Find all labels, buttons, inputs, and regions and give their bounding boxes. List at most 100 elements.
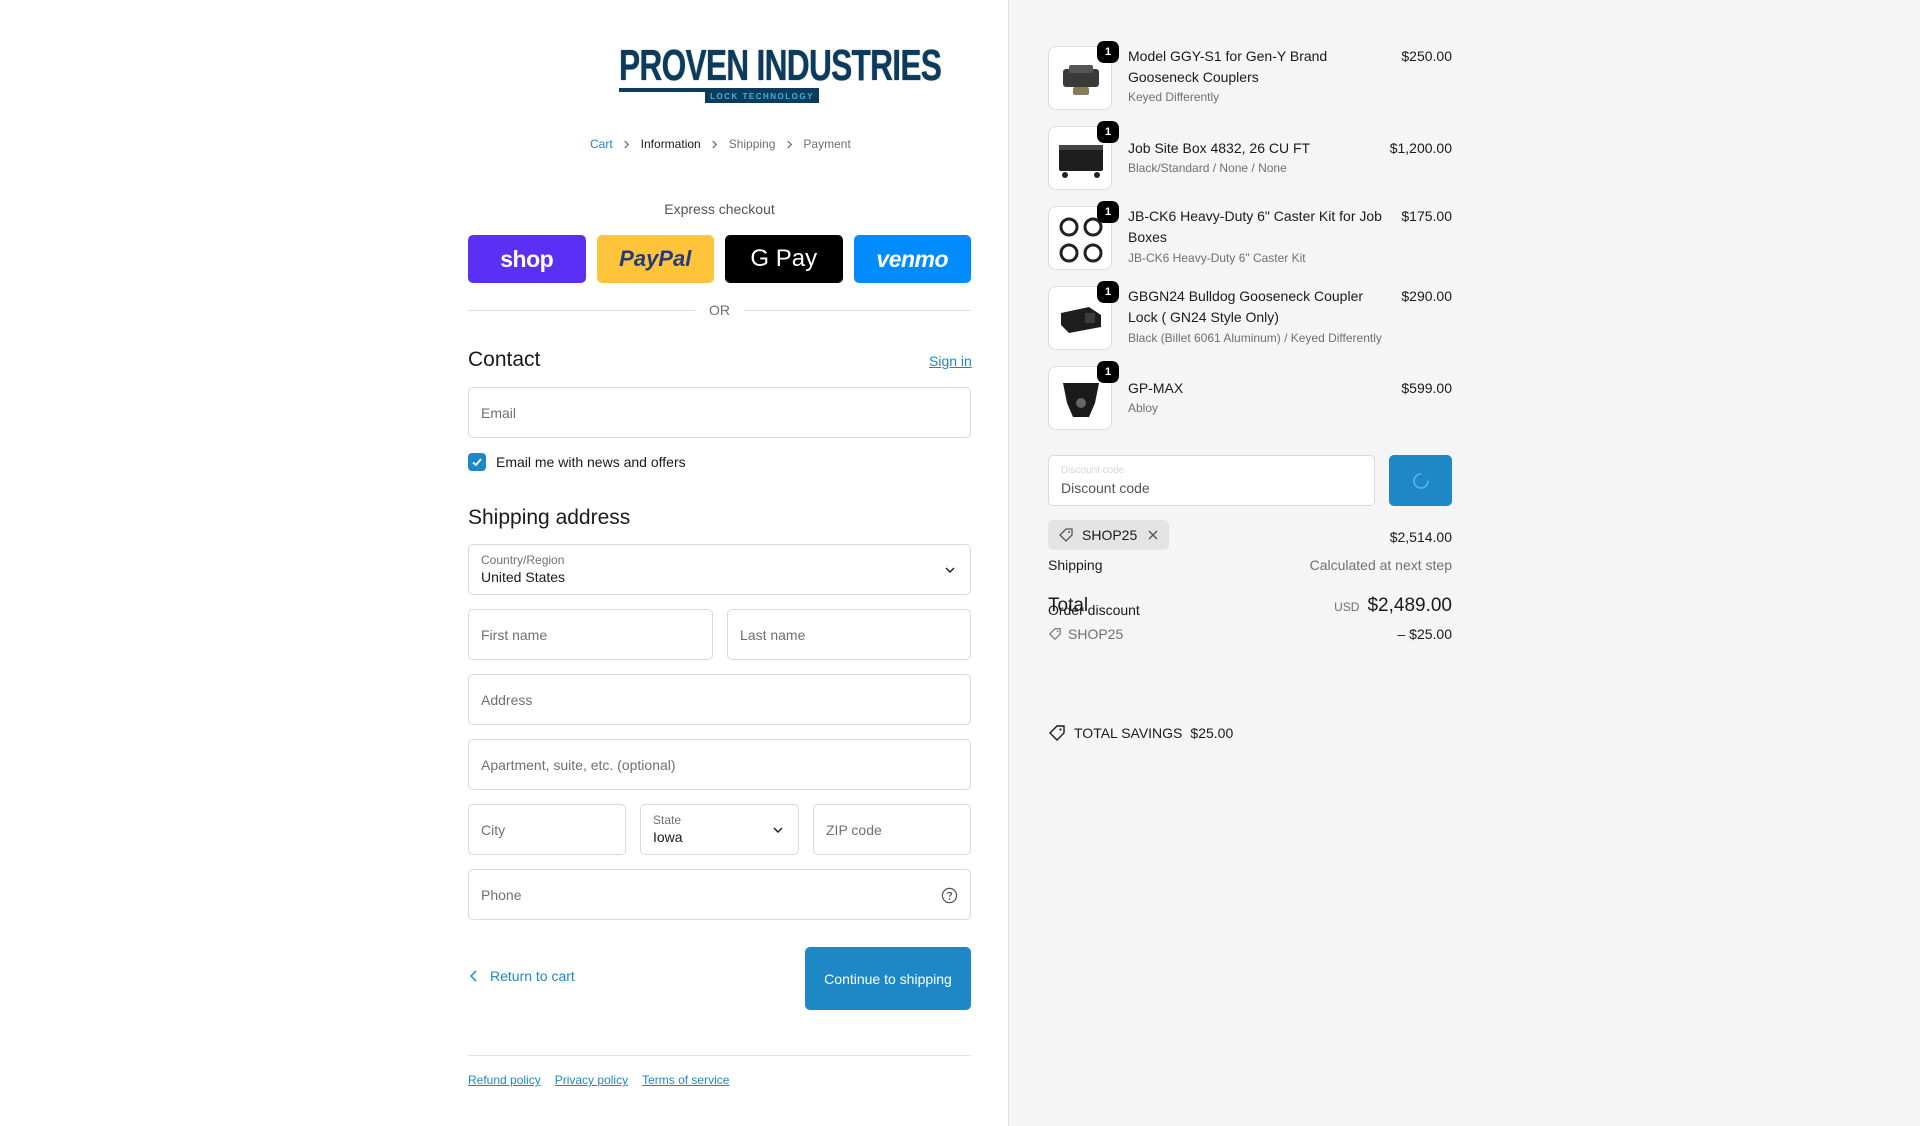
total-savings-amount: $25.00 [1190,725,1234,741]
total-savings: TOTAL SAVINGS $25.00 [1048,724,1233,742]
product-variant: JB-CK6 Heavy-Duty 6" Caster Kit [1128,251,1306,265]
product-thumbnail: 1 [1048,361,1119,430]
shipping-label: Shipping [1048,557,1103,573]
google-pay-button[interactable]: G Pay [725,235,843,283]
product-name: JB-CK6 Heavy-Duty 6" Caster Kit for Job … [1128,208,1382,245]
paypal-label: PayPal [619,246,692,271]
continue-label: Continue to shipping [824,970,952,987]
product-variant: Black (Billet 6061 Aluminum) / Keyed Dif… [1128,331,1382,345]
paypal-button[interactable]: PayPal [596,235,714,283]
total-amount: USD $2,489.00 [1334,595,1452,617]
store-logo[interactable]: PROVEN INDUSTRIES LOCK TECHNOLOGY [619,41,942,104]
discount-code-floating-label: Discount code [1061,465,1125,476]
breadcrumb-shipping: Shipping [728,137,776,151]
country-value: United States [481,569,566,585]
product-price: $175.00 [1401,208,1452,224]
google-pay-label: G Pay [750,245,818,272]
product-thumbnail: 1 [1048,41,1119,110]
chevron-right-icon [701,137,729,151]
tag-icon [1048,628,1061,641]
loading-spinner-icon [1412,472,1429,489]
last-name-placeholder: Last name [740,627,806,643]
newsletter-label: Email me with news and offers [496,454,686,470]
order-discount-amount: – $25.00 [1397,626,1453,642]
email-field[interactable]: Email [468,387,971,438]
breadcrumb-payment: Payment [803,137,851,151]
footer-divider [468,1055,971,1056]
chevron-down-icon [945,567,955,573]
phone-placeholder: Phone [481,887,522,903]
address-placeholder: Address [481,692,533,708]
or-divider: OR [468,302,971,318]
logo-wordmark: PROVEN INDUSTRIES [619,41,942,90]
state-value: Iowa [653,829,683,845]
venmo-label: venmo [876,245,949,272]
product-thumbnail: 1 [1048,281,1119,350]
divider-line [468,309,695,311]
city-field[interactable]: City [468,804,626,855]
chevron-right-icon [613,137,641,151]
product-variant: Black/Standard / None / None [1128,161,1287,175]
country-select[interactable]: Country/Region United States [468,544,971,595]
country-label: Country/Region [481,553,565,567]
venmo-button[interactable]: venmo [853,235,971,283]
phone-field[interactable]: Phone [468,869,971,920]
privacy-policy-link[interactable]: Privacy policy [555,1073,628,1087]
zip-code-placeholder: ZIP code [826,822,882,838]
product-name: Model GGY-S1 for Gen-Y Brand Gooseneck C… [1128,48,1328,85]
apartment-field[interactable]: Apartment, suite, etc. (optional) [468,739,971,790]
shipping-row: Shipping Calculated at next step [1048,557,1452,575]
help-icon[interactable] [941,887,958,904]
tag-icon [1049,725,1065,741]
product-variant: Abloy [1128,401,1159,415]
subtotal-value: $2,514.00 [1389,529,1452,545]
discount-code-field[interactable]: Discount code Discount code [1048,455,1375,506]
discount-code-placeholder: Discount code [1061,480,1150,496]
order-discount-label: Order discount [1048,602,1140,618]
order-discount-code: SHOP25 [1068,626,1124,642]
shipping-address-heading: Shipping address [468,506,631,529]
email-placeholder: Email [481,405,517,421]
product-price: $1,200.00 [1389,140,1452,156]
newsletter-option[interactable]: Email me with news and offers [468,452,686,472]
total-value: $2,489.00 [1367,595,1452,616]
quantity-badge: 1 [1097,121,1119,143]
state-select[interactable]: State Iowa [640,804,799,855]
product-name: Job Site Box 4832, 26 CU FT [1128,140,1311,156]
breadcrumb: Cart Information Shipping Payment [590,136,851,152]
continue-to-shipping-button[interactable]: Continue to shipping [805,947,971,1010]
return-to-cart-link[interactable]: Return to cart [468,968,575,984]
shipping-value: Calculated at next step [1309,557,1452,573]
chevron-right-icon [775,137,803,151]
apartment-placeholder: Apartment, suite, etc. (optional) [481,757,676,773]
footer-links: Refund policy Privacy policy Terms of se… [468,1073,729,1087]
product-name: GBGN24 Bulldog Gooseneck Coupler Lock ( … [1128,288,1364,325]
quantity-badge: 1 [1097,201,1119,223]
shop-pay-button[interactable]: shop [468,235,586,283]
zip-code-field[interactable]: ZIP code [813,804,971,855]
last-name-field[interactable]: Last name [727,609,971,660]
terms-of-service-link[interactable]: Terms of service [642,1073,729,1087]
breadcrumb-information: Information [640,137,701,151]
quantity-badge: 1 [1097,361,1119,383]
order-discount-row: SHOP25 – $25.00 [1048,626,1452,642]
state-label: State [653,813,682,827]
divider-line [744,309,971,311]
sign-in-link[interactable]: Sign in [929,353,972,369]
first-name-placeholder: First name [481,627,548,643]
product-thumbnail: 1 [1048,121,1119,190]
product-variant: Keyed Differently [1128,90,1220,104]
first-name-field[interactable]: First name [468,609,713,660]
chevron-down-icon [773,827,783,833]
newsletter-checkbox[interactable] [468,453,486,471]
address-field[interactable]: Address [468,674,971,725]
apply-discount-button[interactable] [1389,455,1452,506]
city-placeholder: City [481,822,506,838]
quantity-badge: 1 [1097,41,1119,63]
refund-policy-link[interactable]: Refund policy [468,1073,541,1087]
breadcrumb-cart[interactable]: Cart [590,137,613,151]
product-price: $290.00 [1401,288,1452,304]
subtotal-row: $2,514.00 [1048,529,1452,547]
contact-heading: Contact [468,348,541,371]
currency-code: USD [1334,600,1360,614]
